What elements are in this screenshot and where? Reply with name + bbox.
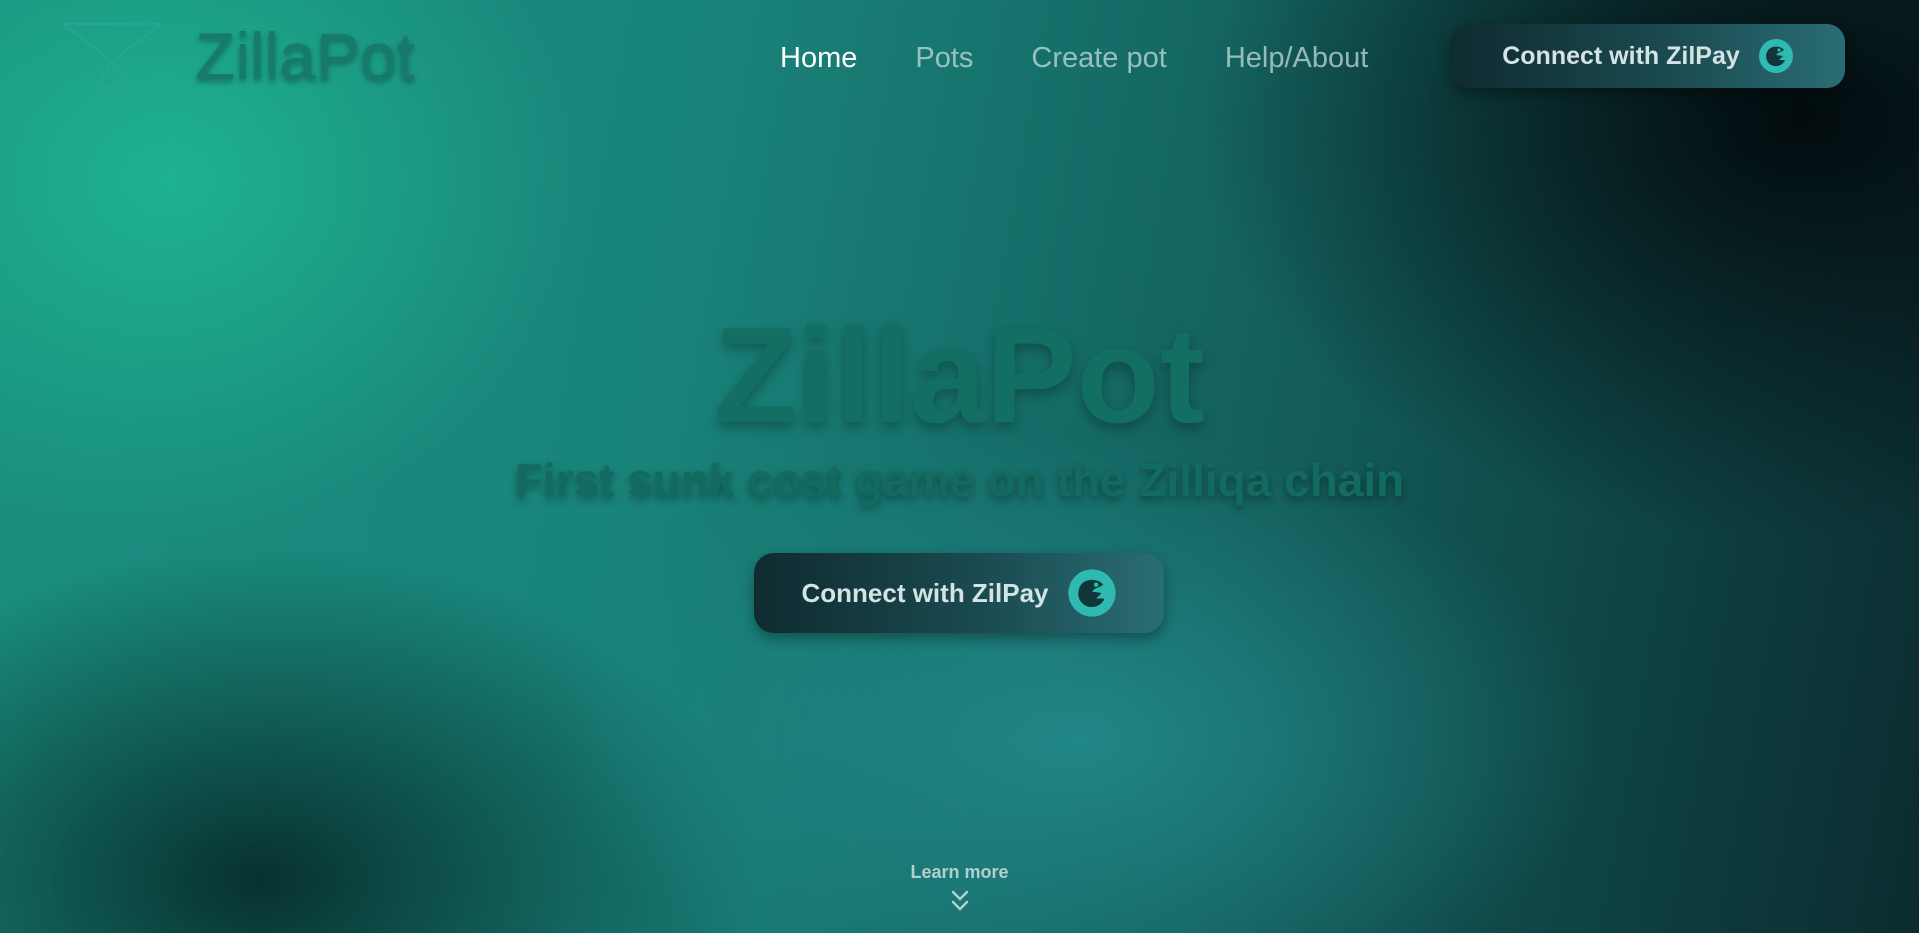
hero-subtitle: First sunk cost game on the Zilliqa chai… xyxy=(514,454,1405,506)
hero-connect-zilpay-button[interactable]: Connect with ZilPay xyxy=(754,553,1164,633)
brand-logo-text[interactable]: ZillaPot xyxy=(195,18,415,94)
hero-connect-button-label: Connect with ZilPay xyxy=(801,577,1049,608)
nav-link-pots[interactable]: Pots xyxy=(915,38,973,78)
hourglass-icon[interactable] xyxy=(62,22,162,90)
main-menu: Home Pots Create pot Help/About xyxy=(780,38,1368,78)
zilpay-icon xyxy=(1758,39,1793,73)
double-chevron-down-icon[interactable] xyxy=(950,888,970,914)
learn-more-link[interactable]: Learn more xyxy=(0,862,1919,882)
nav-link-help-about[interactable]: Help/About xyxy=(1225,38,1369,78)
hero-title: ZillaPot xyxy=(713,299,1206,451)
nav-link-home[interactable]: Home xyxy=(780,38,857,78)
connect-button-label: Connect with ZilPay xyxy=(1502,41,1740,70)
top-navbar: ZillaPot Home Pots Create pot Help/About… xyxy=(0,0,1919,112)
connect-zilpay-button[interactable]: Connect with ZilPay xyxy=(1451,24,1845,88)
zilpay-icon xyxy=(1067,569,1116,617)
nav-link-create-pot[interactable]: Create pot xyxy=(1031,38,1166,78)
